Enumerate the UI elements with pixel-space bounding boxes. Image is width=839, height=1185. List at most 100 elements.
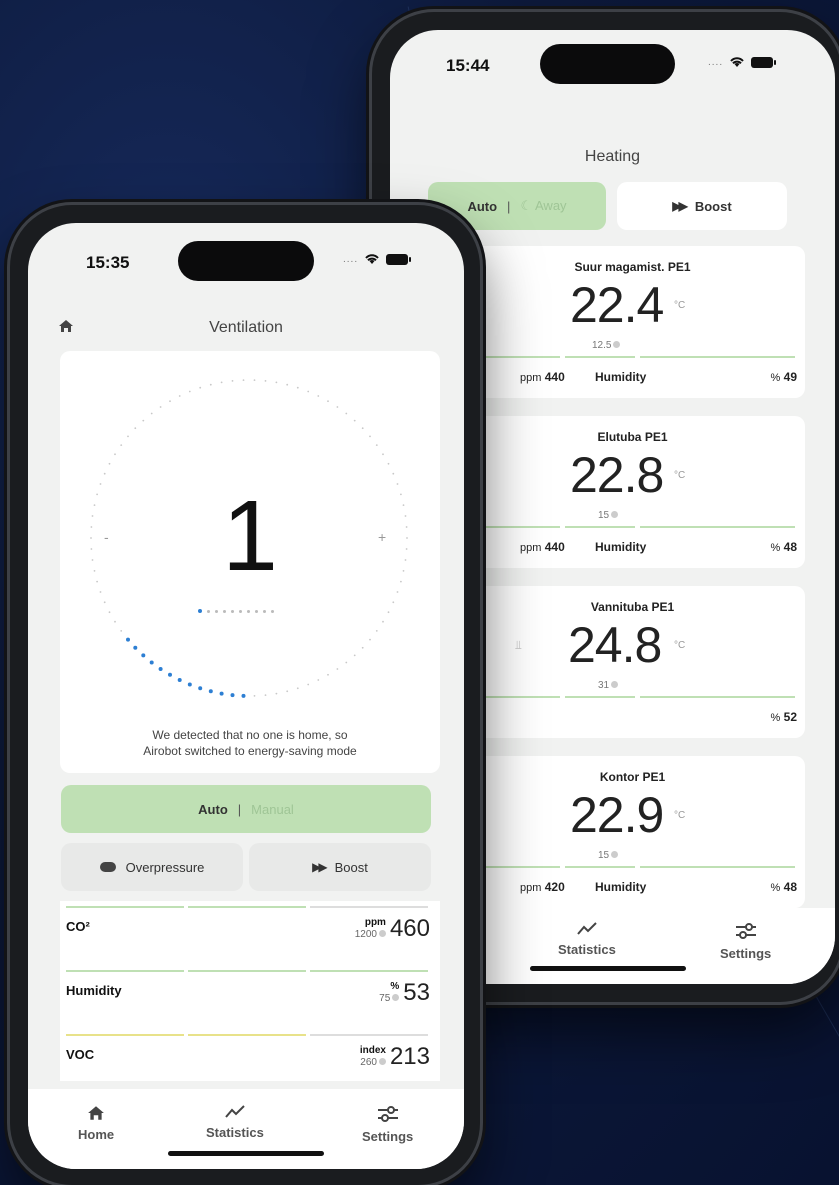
energy-saving-message: We detected that no one is home, so Airo…: [143, 728, 357, 758]
metric-humidity[interactable]: Humidity % 75 53: [60, 965, 440, 1025]
boost-button[interactable]: ▶▶ Boost: [617, 182, 787, 230]
dial-active-dot: [149, 660, 154, 665]
dial-dot: [220, 381, 223, 384]
mode-auto[interactable]: Auto: [467, 199, 497, 214]
dial-dot: [317, 679, 320, 681]
mode-manual[interactable]: Manual: [251, 802, 294, 817]
boost-button[interactable]: ▶▶ Boost: [249, 843, 431, 891]
dial-dot: [134, 427, 137, 430]
moon-icon: ☾: [520, 198, 535, 213]
indicator-line: [66, 906, 184, 908]
dial-dot: [327, 673, 329, 676]
room-temperature: 22.8: [570, 447, 664, 503]
ventilation-phone: 15:35 .... Ventilation - + 1 We detected…: [10, 205, 480, 1185]
ventilation-screen: 15:35 .... Ventilation - + 1 We detected…: [28, 223, 464, 1169]
indicator-line: [565, 866, 635, 868]
metric-co2[interactable]: CO² ppm 1200 460: [60, 901, 440, 961]
dial-dot: [231, 380, 234, 382]
humidity-reading: % 52: [770, 710, 797, 724]
nav-settings[interactable]: Settings: [362, 1105, 413, 1144]
dial-dot: [150, 412, 153, 415]
room-name: Vannituba PE1: [590, 600, 675, 614]
room-card[interactable]: Suur magamist. PE1 22.4 °C 12.5 ppm 440 …: [460, 246, 805, 398]
dial-dot: [307, 390, 310, 393]
metric-voc[interactable]: VOC index 260 213: [60, 1029, 440, 1089]
dial-dot: [382, 453, 384, 456]
dial-active-dot: [208, 689, 213, 694]
dial-active-dot: [198, 686, 203, 691]
boost-label: Boost: [334, 859, 368, 875]
indicator-line: [640, 866, 795, 868]
status-icons: ....: [708, 56, 777, 68]
indicator-line: [565, 696, 635, 698]
dial-dot: [264, 380, 267, 382]
room-card[interactable]: Kontor PE1 22.9 °C 15 ppm 420 Humidity %…: [460, 756, 805, 908]
room-setpoint: 15: [598, 510, 619, 521]
dial-dot: [108, 611, 111, 614]
dial-dot: [382, 620, 384, 623]
mode-separator: |: [237, 801, 242, 817]
level-dot: [231, 609, 234, 613]
temperature-unit: °C: [674, 300, 686, 311]
home-indicator: [530, 966, 686, 971]
ventilation-mode-toggle[interactable]: Auto | Manual: [61, 785, 431, 833]
dial-dot: [392, 601, 395, 604]
dial-active-dot: [230, 693, 235, 698]
room-name: Suur magamist. PE1: [574, 260, 691, 274]
dial-dot: [242, 379, 245, 381]
nav-settings[interactable]: Settings: [720, 922, 771, 961]
nav-statistics[interactable]: Statistics: [206, 1105, 264, 1140]
metric-value: 53: [403, 979, 430, 1006]
setpoint-dot: [613, 341, 621, 348]
dial-dot: [369, 435, 371, 438]
dial-dot: [120, 630, 123, 632]
dynamic-island: [540, 44, 675, 84]
threshold-dot: [392, 994, 400, 1001]
dial-dot: [142, 419, 145, 422]
indicator-line: [310, 1034, 428, 1036]
dial-active-dot: [241, 693, 246, 698]
level-dot: [247, 609, 250, 613]
dial-dot: [120, 444, 123, 446]
humidity-label: Humidity: [595, 880, 647, 894]
indicator-line: [640, 526, 795, 528]
dial-dot: [286, 690, 289, 693]
room-setpoint: 31: [598, 680, 619, 691]
room-card[interactable]: Elutuba PE1 22.8 °C 15 ppm 440 Humidity …: [460, 416, 805, 568]
dial-dot: [387, 611, 390, 614]
indicator-line: [66, 970, 184, 972]
dial-dot: [345, 412, 348, 415]
metric-label: VOC: [66, 1047, 95, 1062]
signal-icon: ....: [708, 56, 724, 68]
setpoint-dot: [611, 851, 619, 858]
overpressure-icon: [99, 862, 116, 872]
statistics-icon: [225, 1105, 245, 1118]
dial-dot: [286, 383, 289, 386]
dial-dot: [345, 661, 348, 664]
threshold-dot: [378, 1058, 386, 1065]
mode-away[interactable]: ☾ Away: [520, 198, 566, 214]
dial-dot: [103, 601, 106, 604]
overpressure-button[interactable]: Overpressure: [61, 843, 243, 891]
dial-dot: [199, 386, 202, 389]
dial-dot: [296, 687, 299, 690]
mode-auto[interactable]: Auto: [198, 802, 228, 817]
indicator-line: [310, 970, 428, 972]
dial-dot: [264, 694, 267, 696]
level-dot: [223, 609, 226, 613]
dial-dot: [296, 386, 299, 389]
indicator-line: [565, 356, 635, 358]
metric-label: Humidity: [66, 983, 122, 998]
room-card[interactable]: Vannituba PE1 ⫫ 24.8 °C 31 y % 52: [460, 586, 805, 738]
nav-home[interactable]: Home: [78, 1105, 114, 1142]
temperature-unit: °C: [674, 470, 686, 481]
nav-statistics[interactable]: Statistics: [558, 922, 616, 957]
co2-reading: ppm 420: [520, 880, 565, 894]
metric-reading: % 75 53: [379, 979, 430, 1006]
room-temperature: 24.8: [568, 617, 662, 673]
home-icon: [88, 1106, 104, 1120]
dial-dot: [275, 381, 278, 384]
humidity-reading: % 48: [770, 880, 797, 894]
dial-dot: [361, 646, 364, 649]
dial-dot: [114, 453, 116, 456]
